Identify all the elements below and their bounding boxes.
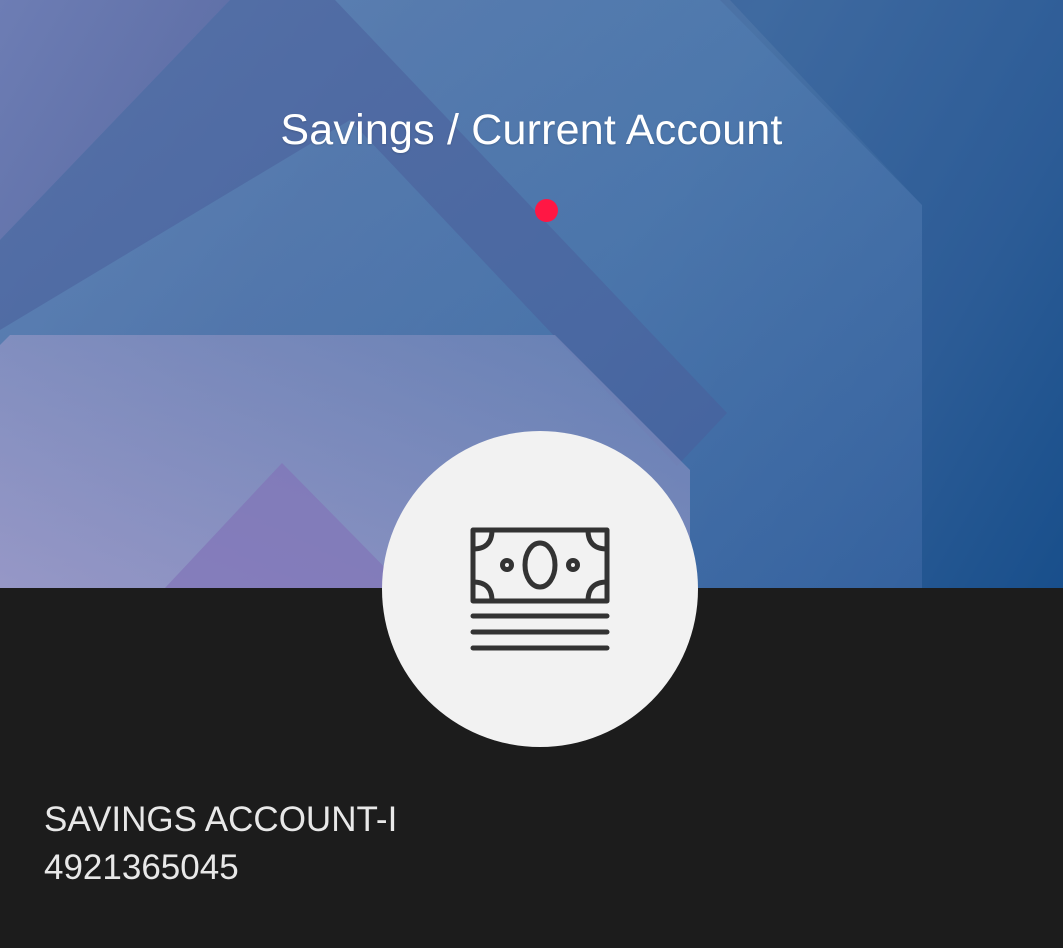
account-icon-circle — [382, 431, 698, 747]
pager-dot-active[interactable] — [535, 199, 558, 222]
banknote-stack-icon — [470, 527, 610, 651]
account-number: 4921365045 — [44, 848, 239, 887]
page-title: Savings / Current Account — [280, 106, 783, 154]
account-card-screen: Savings / Current Account SAVINGS ACCOUN… — [0, 0, 1063, 948]
account-name: SAVINGS ACCOUNT-I — [44, 800, 398, 839]
